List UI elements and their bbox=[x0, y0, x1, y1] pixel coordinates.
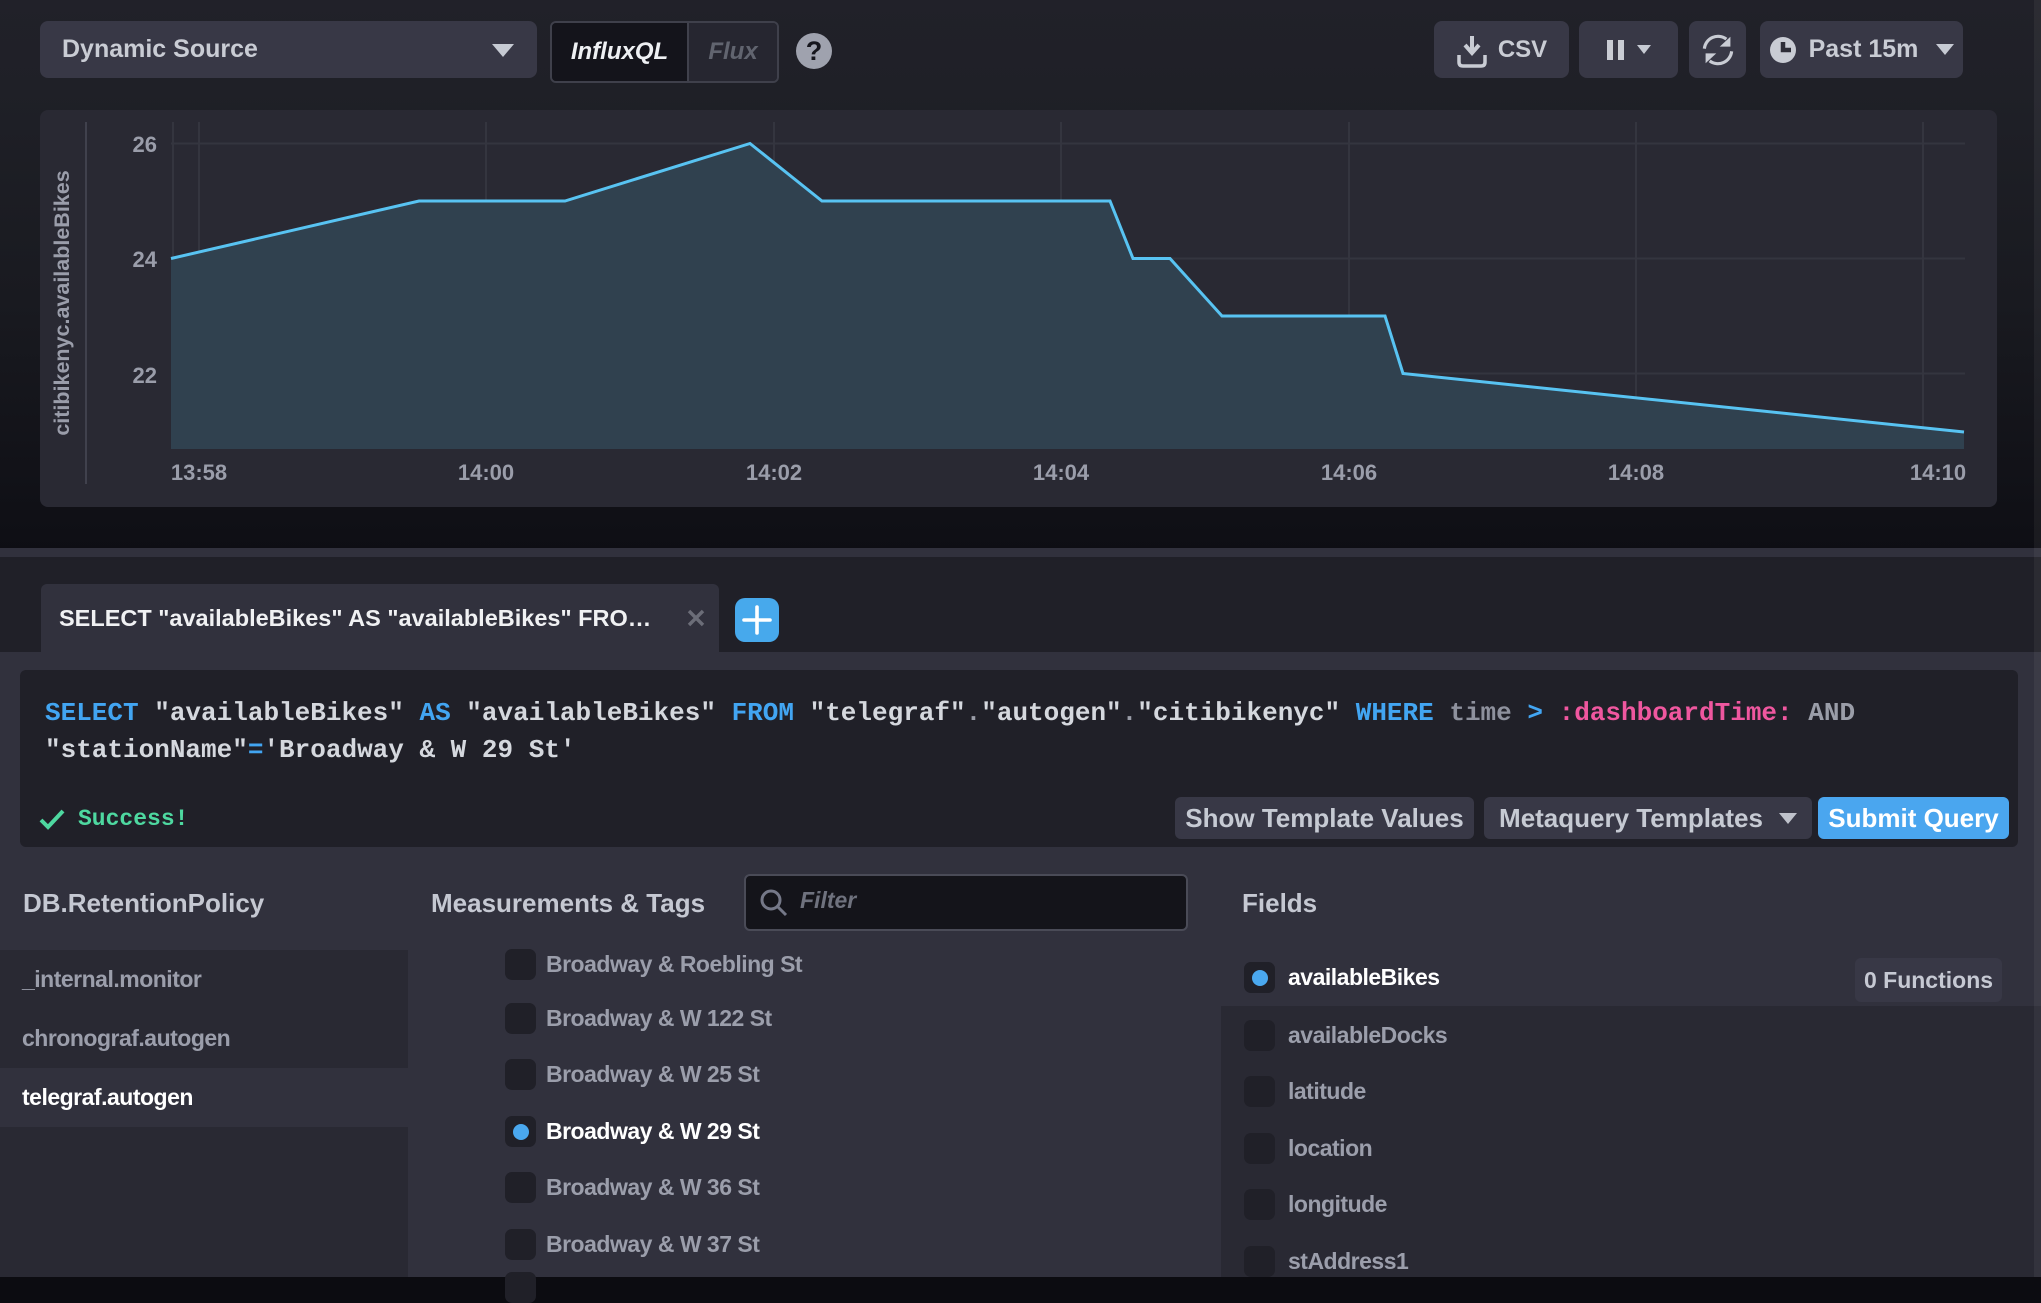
svg-text:24: 24 bbox=[133, 247, 158, 272]
svg-text:14:04: 14:04 bbox=[1033, 460, 1090, 485]
svg-text:14:10: 14:10 bbox=[1910, 460, 1966, 485]
svg-text:citibikenyc.availableBikes: citibikenyc.availableBikes bbox=[50, 170, 74, 435]
svg-text:14:06: 14:06 bbox=[1321, 460, 1377, 485]
svg-text:13:58: 13:58 bbox=[171, 460, 227, 485]
svg-text:14:02: 14:02 bbox=[746, 460, 802, 485]
svg-text:14:00: 14:00 bbox=[458, 460, 514, 485]
svg-text:22: 22 bbox=[133, 363, 157, 388]
svg-text:26: 26 bbox=[133, 132, 157, 157]
svg-text:14:08: 14:08 bbox=[1608, 460, 1664, 485]
